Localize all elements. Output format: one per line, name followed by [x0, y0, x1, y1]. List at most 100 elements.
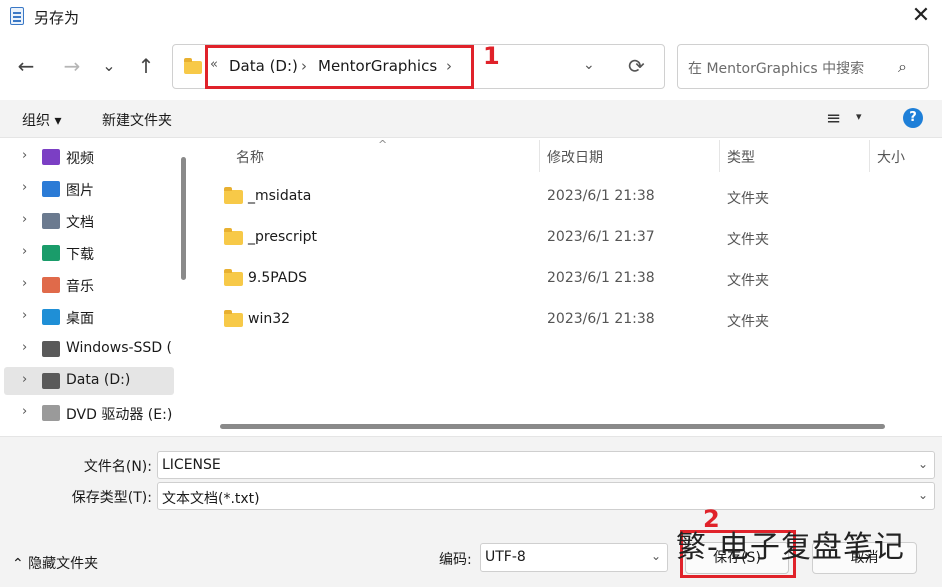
sidebar-item-label: Data (D:) [66, 372, 131, 388]
filename-value: LICENSE [162, 457, 221, 473]
desktop-icon [42, 309, 60, 325]
sidebar-item-label: 桌面 [66, 311, 94, 327]
chevron-down-icon[interactable]: ⌄ [918, 488, 928, 502]
expand-chevron-icon[interactable]: › [22, 404, 27, 419]
navigation-pane: › 视频 › 图片 › 文档 › 下载 › 音乐 › 桌面 › Windows-SSD ( › Data (D… [0, 138, 192, 436]
back-button[interactable]: ← [13, 54, 39, 80]
file-name: _msidata [248, 188, 312, 204]
encoding-select[interactable]: UTF-8 ⌄ [480, 543, 668, 572]
file-row[interactable]: 9.5PADS 2023/6/1 21:38 文件夹 [198, 263, 942, 297]
file-type: 文件夹 [727, 314, 769, 330]
sidebar-item-label: 下载 [66, 247, 94, 263]
recent-locations-button[interactable]: ⌄ [96, 54, 122, 80]
window-title: 另存为 [34, 9, 80, 27]
command-toolbar: 组织 ▾ 新建文件夹 ≡ ▾ ? [0, 100, 942, 138]
file-list: ^ 名称 修改日期 类型 大小 _msidata 2023/6/1 21:38 … [198, 138, 942, 436]
drive-icon [42, 373, 60, 389]
sidebar-scrollbar[interactable] [181, 157, 186, 280]
video-icon [42, 149, 60, 165]
new-folder-button[interactable]: 新建文件夹 [102, 110, 172, 130]
hide-folders-button[interactable]: ⌃ 隐藏文件夹 [12, 553, 98, 573]
column-header-name[interactable]: 名称 [236, 147, 264, 167]
column-divider[interactable] [539, 140, 540, 172]
folder-icon [224, 269, 243, 286]
expand-chevron-icon[interactable]: › [22, 244, 27, 259]
expand-chevron-icon[interactable]: › [22, 276, 27, 291]
sidebar-item-label: DVD 驱动器 (E:) [66, 407, 173, 423]
file-row[interactable]: _prescript 2023/6/1 21:37 文件夹 [198, 222, 942, 256]
sidebar-item[interactable]: › DVD 驱动器 (E:) [4, 399, 174, 427]
organize-menu[interactable]: 组织 ▾ [22, 110, 61, 130]
sidebar-item[interactable]: › Data (D:) [4, 367, 174, 395]
file-row[interactable]: _msidata 2023/6/1 21:38 文件夹 [198, 181, 942, 215]
sort-ascending-icon: ^ [378, 138, 388, 151]
column-divider[interactable] [719, 140, 720, 172]
expand-chevron-icon[interactable]: › [22, 212, 27, 227]
up-button[interactable]: ↑ [133, 54, 159, 80]
close-button[interactable]: ✕ [906, 4, 936, 30]
search-icon: ⌕ [898, 57, 907, 76]
chevron-down-icon[interactable]: ⌄ [918, 457, 928, 471]
file-name: 9.5PADS [248, 270, 308, 286]
sidebar-item-label: 音乐 [66, 279, 94, 295]
annotation-label-1: 1 [483, 42, 500, 70]
folder-icon [224, 310, 243, 327]
column-header-date[interactable]: 修改日期 [547, 147, 603, 167]
sidebar-item[interactable]: › 文档 [4, 207, 174, 235]
column-header-size[interactable]: 大小 [877, 147, 905, 167]
column-header-type[interactable]: 类型 [727, 147, 755, 167]
filename-field[interactable]: LICENSE ⌄ [157, 451, 935, 479]
view-options-icon[interactable]: ≡ [826, 108, 841, 129]
filetype-value: 文本文档(*.txt) [162, 491, 260, 507]
folder-icon [184, 58, 202, 74]
file-date: 2023/6/1 21:38 [547, 188, 655, 204]
file-type: 文件夹 [727, 232, 769, 248]
dvd-icon [42, 405, 60, 421]
forward-button[interactable]: → [59, 54, 85, 80]
downloads-icon [42, 245, 60, 261]
help-button[interactable]: ? [903, 108, 923, 128]
sidebar-item[interactable]: › 音乐 [4, 271, 174, 299]
file-type: 文件夹 [727, 191, 769, 207]
expand-chevron-icon[interactable]: › [22, 180, 27, 195]
annotation-box-1 [205, 45, 474, 89]
folder-icon [224, 187, 243, 204]
sidebar-item[interactable]: › Windows-SSD ( [4, 335, 174, 363]
expand-chevron-icon[interactable]: › [22, 148, 27, 163]
file-row[interactable]: win32 2023/6/1 21:38 文件夹 [198, 304, 942, 338]
sidebar-item[interactable]: › 图片 [4, 175, 174, 203]
sidebar-item-label: 文档 [66, 215, 94, 231]
title-bar: 另存为 ✕ [0, 0, 942, 34]
search-input[interactable]: 在 MentorGraphics 中搜索 ⌕ [677, 44, 929, 89]
watermark-text: 繁-电子复盘笔记 [676, 530, 905, 565]
sidebar-item[interactable]: › 桌面 [4, 303, 174, 331]
view-dropdown-icon[interactable]: ▾ [856, 110, 862, 123]
horizontal-scrollbar[interactable] [220, 424, 885, 429]
sidebar-item-label: 图片 [66, 183, 94, 199]
drive-icon [42, 341, 60, 357]
file-date: 2023/6/1 21:38 [547, 270, 655, 286]
filetype-label: 保存类型(T): [71, 490, 152, 506]
chevron-down-icon[interactable]: ⌄ [651, 549, 661, 563]
documents-icon [42, 213, 60, 229]
sidebar-item[interactable]: › 视频 [4, 143, 174, 171]
search-placeholder: 在 MentorGraphics 中搜索 [688, 61, 865, 77]
sidebar-item-label: 视频 [66, 151, 94, 167]
expand-chevron-icon[interactable]: › [22, 372, 27, 387]
encoding-value: UTF-8 [485, 549, 526, 565]
expand-chevron-icon[interactable]: › [22, 340, 27, 355]
file-type: 文件夹 [727, 273, 769, 289]
sidebar-item[interactable]: › 下载 [4, 239, 174, 267]
file-date: 2023/6/1 21:38 [547, 311, 655, 327]
encoding-label: 编码: [439, 552, 472, 568]
sidebar-item-label: Windows-SSD ( [66, 340, 173, 356]
file-name: win32 [248, 311, 291, 327]
music-icon [42, 277, 60, 293]
expand-chevron-icon[interactable]: › [22, 308, 27, 323]
file-name: _prescript [248, 229, 317, 245]
notepad-icon [10, 7, 24, 25]
address-dropdown-button[interactable]: ⌄ [583, 57, 595, 73]
refresh-button[interactable]: ⟳ [628, 54, 645, 78]
column-divider[interactable] [869, 140, 870, 172]
filetype-select[interactable]: 文本文档(*.txt) ⌄ [157, 482, 935, 510]
